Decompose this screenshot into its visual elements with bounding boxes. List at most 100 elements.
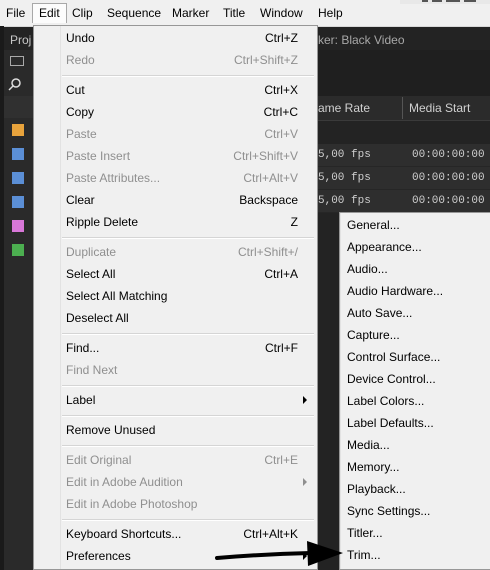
menu-item-paste-insert[interactable]: Paste Insert Ctrl+Shift+V <box>34 145 317 167</box>
menu-item-paste-attributes[interactable]: Paste Attributes... Ctrl+Alt+V <box>34 167 317 189</box>
frame-rate-cell: 5,00 fps <box>318 149 371 161</box>
menu-separator <box>62 445 314 447</box>
submenu-item-capture[interactable]: Capture... <box>340 325 490 347</box>
menu-file[interactable]: File <box>0 3 31 23</box>
submenu-item-appearance[interactable]: Appearance... <box>340 237 490 259</box>
menu-bar: File Edit Clip Sequence Marker Title Win… <box>0 0 490 27</box>
menu-item-edit-in-photoshop[interactable]: Edit in Adobe Photoshop <box>34 493 317 515</box>
search-icon[interactable] <box>8 77 22 91</box>
menu-item-label: Paste <box>66 127 97 141</box>
menu-item-label: Remove Unused <box>66 423 156 437</box>
column-divider[interactable] <box>402 97 403 119</box>
menu-item-duplicate[interactable]: Duplicate Ctrl+Shift+/ <box>34 241 317 263</box>
menu-help[interactable]: Help <box>312 3 349 23</box>
submenu-arrow-icon <box>303 478 307 486</box>
submenu-item-label-colors[interactable]: Label Colors... <box>340 391 490 413</box>
submenu-item-audio[interactable]: Audio... <box>340 259 490 281</box>
column-media-start[interactable]: Media Start <box>409 101 470 115</box>
menu-marker[interactable]: Marker <box>166 3 215 23</box>
menu-item-shortcut: Ctrl+X <box>264 83 298 97</box>
menu-item-label: Paste Attributes... <box>66 171 161 185</box>
menu-item-ripple-delete[interactable]: Ripple Delete Z <box>34 211 317 233</box>
column-frame-rate[interactable]: ame Rate <box>318 101 370 115</box>
submenu-item-label: Appearance... <box>347 240 422 254</box>
menu-item-paste[interactable]: Paste Ctrl+V <box>34 123 317 145</box>
submenu-item-sync-settings[interactable]: Sync Settings... <box>340 501 490 523</box>
label-swatch <box>12 124 24 136</box>
submenu-item-label: Auto Save... <box>347 306 413 320</box>
menu-item-label-submenu[interactable]: Label <box>34 389 317 411</box>
menu-item-label: Select All <box>66 267 116 281</box>
menu-item-label: Find... <box>66 341 100 355</box>
table-row[interactable]: 5,00 fps 00:00:00:00 <box>318 190 490 213</box>
submenu-item-label-defaults[interactable]: Label Defaults... <box>340 413 490 435</box>
submenu-arrow-icon <box>303 396 307 404</box>
menu-item-deselect-all[interactable]: Deselect All <box>34 307 317 329</box>
submenu-item-label: Control Surface... <box>347 350 441 364</box>
menu-item-label: Deselect All <box>66 311 129 325</box>
menu-item-shortcut: Ctrl+Shift+/ <box>237 245 298 259</box>
menu-item-clear[interactable]: Clear Backspace <box>34 189 317 211</box>
menu-item-copy[interactable]: Copy Ctrl+C <box>34 101 317 123</box>
menu-window[interactable]: Window <box>254 3 309 23</box>
frame-rate-cell: 5,00 fps <box>318 172 371 184</box>
submenu-item-label: General... <box>347 218 400 232</box>
submenu-item-media[interactable]: Media... <box>340 435 490 457</box>
submenu-item-titler[interactable]: Titler... <box>340 523 490 545</box>
menu-item-label: Edit in Adobe Photoshop <box>66 497 198 511</box>
submenu-item-label: Sync Settings... <box>347 504 431 518</box>
submenu-item-playback[interactable]: Playback... <box>340 479 490 501</box>
menu-item-label: Redo <box>66 53 95 67</box>
source-monitor-tab[interactable]: ker: Black Video <box>318 33 405 47</box>
menu-item-shortcut: Ctrl+F <box>265 341 298 355</box>
submenu-item-label: Label Defaults... <box>347 416 434 430</box>
menu-item-remove-unused[interactable]: Remove Unused <box>34 419 317 441</box>
submenu-item-control-surface[interactable]: Control Surface... <box>340 347 490 369</box>
table-row[interactable]: 5,00 fps 00:00:00:00 <box>318 144 490 167</box>
menu-item-edit-original[interactable]: Edit Original Ctrl+E <box>34 449 317 471</box>
folder-icon[interactable] <box>10 56 24 66</box>
label-swatch <box>12 220 24 232</box>
menu-item-redo[interactable]: Redo Ctrl+Shift+Z <box>34 49 317 71</box>
menu-item-label: Ripple Delete <box>66 215 139 229</box>
menu-clip[interactable]: Clip <box>66 3 99 23</box>
media-start-cell: 00:00:00:00 <box>412 149 485 161</box>
menu-item-find-next[interactable]: Find Next <box>34 359 317 381</box>
menu-item-shortcut: Ctrl+Z <box>265 31 298 45</box>
submenu-item-general[interactable]: General... <box>340 215 490 237</box>
menu-item-cut[interactable]: Cut Ctrl+X <box>34 79 317 101</box>
project-panel-tab[interactable]: Proj <box>10 33 31 47</box>
submenu-item-audio-hardware[interactable]: Audio Hardware... <box>340 281 490 303</box>
submenu-item-memory[interactable]: Memory... <box>340 457 490 479</box>
menu-item-shortcut: Ctrl+V <box>264 127 298 141</box>
media-start-cell: 00:00:00:00 <box>412 172 485 184</box>
submenu-item-auto-save[interactable]: Auto Save... <box>340 303 490 325</box>
submenu-item-label: Audio Hardware... <box>347 284 444 298</box>
menu-item-shortcut: Ctrl+A <box>264 267 298 281</box>
submenu-item-device-control[interactable]: Device Control... <box>340 369 490 391</box>
menu-item-label: Undo <box>66 31 95 45</box>
menu-item-label: Cut <box>66 83 85 97</box>
submenu-item-label: Device Control... <box>347 372 436 386</box>
label-swatch <box>12 172 24 184</box>
edit-menu: Undo Ctrl+Z Redo Ctrl+Shift+Z Cut Ctrl+X… <box>33 25 318 570</box>
menu-sequence[interactable]: Sequence <box>101 3 167 23</box>
table-row[interactable]: 5,00 fps 00:00:00:00 <box>318 167 490 190</box>
menu-separator <box>62 385 314 387</box>
menu-item-find[interactable]: Find... Ctrl+F <box>34 337 317 359</box>
media-start-cell: 00:00:00:00 <box>412 195 485 207</box>
menu-edit[interactable]: Edit <box>32 3 67 23</box>
submenu-item-label: Media... <box>347 438 390 452</box>
menu-item-label: Keyboard Shortcuts... <box>66 527 182 541</box>
menu-item-select-all[interactable]: Select All Ctrl+A <box>34 263 317 285</box>
menu-item-label: Paste Insert <box>66 149 131 163</box>
menu-item-edit-in-audition[interactable]: Edit in Adobe Audition <box>34 471 317 493</box>
menu-separator <box>62 75 314 77</box>
submenu-item-trim[interactable]: Trim... <box>340 545 490 567</box>
menu-item-select-all-matching[interactable]: Select All Matching <box>34 285 317 307</box>
menu-item-label: Select All Matching <box>66 289 168 303</box>
menu-item-undo[interactable]: Undo Ctrl+Z <box>34 27 317 49</box>
menu-title[interactable]: Title <box>217 3 251 23</box>
source-panel <box>318 50 490 96</box>
label-swatch <box>12 244 24 256</box>
